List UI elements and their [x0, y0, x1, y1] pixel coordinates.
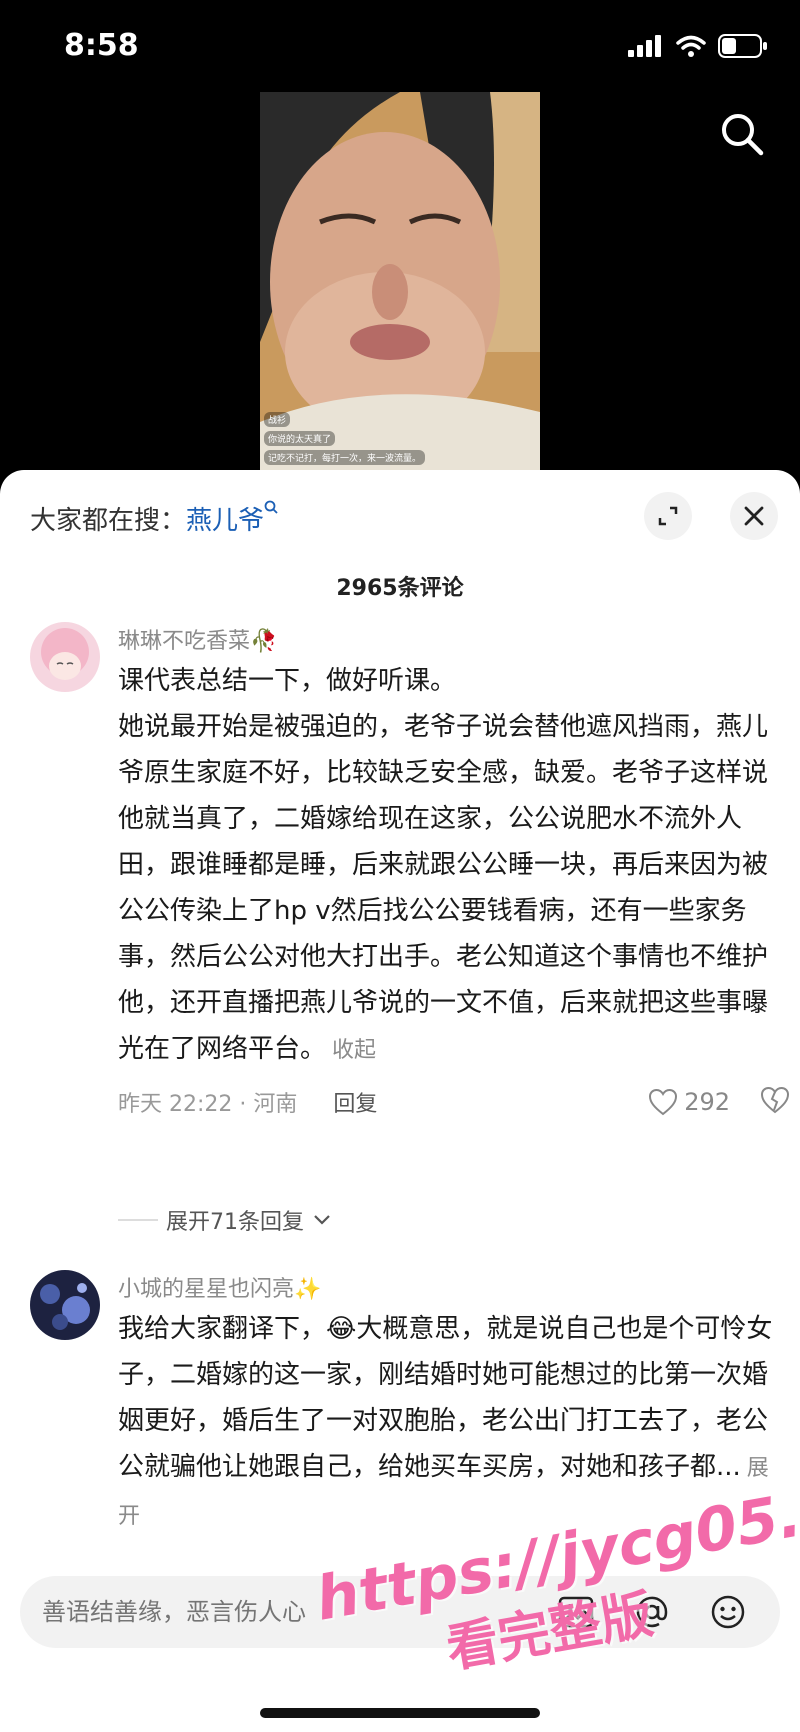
close-icon [744, 506, 764, 526]
avatar-image [30, 622, 100, 692]
at-icon [636, 1596, 668, 1628]
expand-sheet-button[interactable] [644, 492, 692, 540]
video-player[interactable]: 战衫 你说的太天真了 记吃不记打，每打一次，来一波流量。 [260, 92, 540, 470]
reply-button[interactable]: 回复 [333, 1086, 377, 1118]
emoji-button[interactable] [706, 1590, 750, 1634]
chat-line: 战衫 [264, 412, 291, 427]
image-icon [558, 1596, 594, 1628]
comment-username[interactable]: 小城的星星也闪亮✨ [118, 1270, 790, 1304]
trending-search-keyword[interactable]: 燕儿爷 [186, 506, 264, 536]
comment-sheet: 大家都在搜：燕儿爷 2965条评论 琳琳不吃香菜🥀 课代表总结一下，做好听课。 … [0, 470, 800, 1732]
comment-input-pill [20, 1576, 780, 1648]
comment-username[interactable]: 琳琳不吃香菜🥀 [118, 622, 790, 656]
chevron-down-icon [314, 1215, 330, 1225]
video-area: 战衫 你说的太天真了 记吃不记打，每打一次，来一波流量。 [0, 0, 800, 480]
trending-search[interactable]: 大家都在搜：燕儿爷 [30, 500, 278, 537]
comment-input-bar [0, 1560, 800, 1732]
comment-text: 课代表总结一下，做好听课。 她说最开始是被强迫的，老爷子说会替他遮风挡雨，燕儿爷… [118, 658, 790, 1074]
trending-search-prefix: 大家都在搜： [30, 506, 187, 536]
comment-input[interactable] [42, 1590, 512, 1634]
expand-replies-button[interactable]: 展开71条回复 [118, 1204, 332, 1236]
comment-time-location: 昨天 22:22 · 河南 [118, 1092, 298, 1117]
expand-divider [118, 1219, 158, 1221]
comment-text-content: 课代表总结一下，做好听课。 她说最开始是被强迫的，老爷子说会替他遮风挡雨，燕儿爷… [118, 666, 769, 1064]
comment-meta: 昨天 22:22 · 河南 回复 292 [118, 1082, 790, 1122]
like-count: 292 [684, 1088, 730, 1116]
avatar[interactable] [30, 622, 100, 692]
home-indicator [260, 1708, 540, 1718]
comment-count: 2965条评论 [336, 576, 464, 601]
image-button[interactable] [554, 1590, 598, 1634]
like-button[interactable]: 292 [648, 1082, 730, 1122]
close-button[interactable] [730, 492, 778, 540]
chat-line: 记吃不记打，每打一次，来一波流量。 [264, 450, 426, 465]
video-chat: 战衫 你说的太天真了 记吃不记打，每打一次，来一波流量。 [264, 410, 534, 467]
search-button[interactable] [720, 112, 764, 160]
chat-line: 你说的太天真了 [264, 431, 336, 446]
comment-body: 小城的星星也闪亮✨ 我给大家翻译下，😂大概意思，就是说自己也是个可怜女子，二婚嫁… [118, 1270, 790, 1540]
collapse-link[interactable]: 收起 [332, 1038, 376, 1063]
heart-icon [649, 1088, 678, 1116]
dislike-button[interactable] [760, 1086, 790, 1120]
expand-replies-label: 展开71条回复 [166, 1210, 304, 1235]
avatar-image [30, 1270, 100, 1340]
expand-icon [658, 506, 678, 526]
comment-text-content: 我给大家翻译下，😂大概意思，就是说自己也是个可怜女子，二婚嫁的这一家，刚结婚时她… [118, 1314, 773, 1482]
mention-button[interactable] [630, 1590, 674, 1634]
avatar[interactable] [30, 1270, 100, 1340]
broken-heart-icon [760, 1086, 790, 1114]
small-search-icon [264, 500, 278, 514]
search-icon [722, 114, 764, 156]
comment-text: 我给大家翻译下，😂大概意思，就是说自己也是个可怜女子，二婚嫁的这一家，刚结婚时她… [118, 1306, 790, 1540]
comment-body: 琳琳不吃香菜🥀 课代表总结一下，做好听课。 她说最开始是被强迫的，老爷子说会替他… [118, 622, 790, 1122]
emoji-icon [711, 1595, 745, 1629]
